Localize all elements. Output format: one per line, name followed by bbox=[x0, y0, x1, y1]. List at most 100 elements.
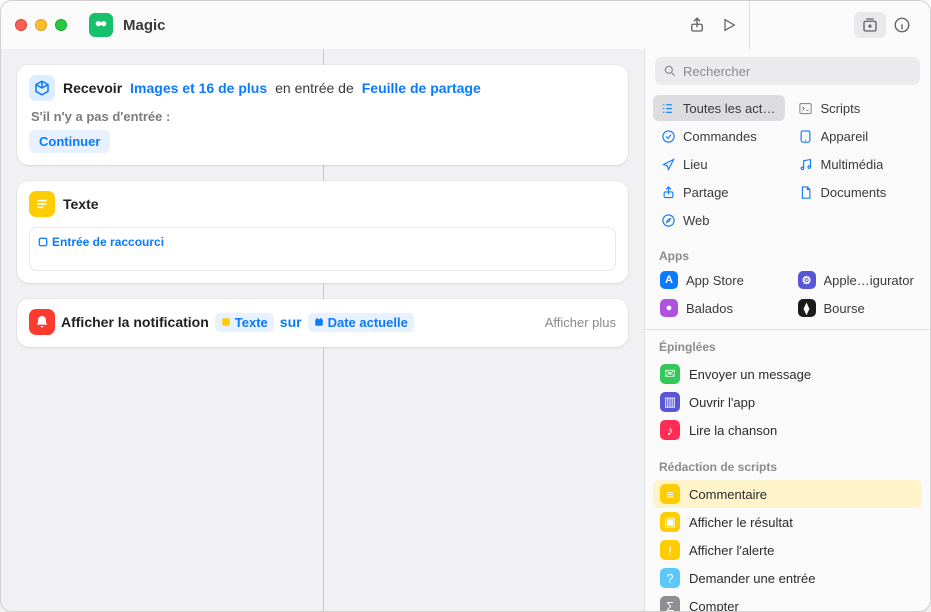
search-icon bbox=[663, 64, 677, 78]
app-label: Bourse bbox=[824, 301, 865, 316]
safari-icon bbox=[660, 213, 676, 228]
library-search[interactable]: Rechercher bbox=[655, 57, 920, 85]
receive-icon bbox=[29, 75, 55, 101]
action-label: Lire la chanson bbox=[689, 423, 777, 438]
action-compter[interactable]: Σ Compter bbox=[653, 592, 922, 611]
category-label: Scripts bbox=[821, 101, 861, 116]
action-label: Compter bbox=[689, 599, 739, 612]
category-appareil[interactable]: Appareil bbox=[791, 123, 923, 149]
receive-verb: Recevoir bbox=[63, 80, 122, 96]
action-afficher-l-alerte[interactable]: ! Afficher l'alerte bbox=[653, 536, 922, 564]
category-partage[interactable]: Partage bbox=[653, 179, 785, 205]
content-area: Recevoir Images et 16 de plus en entrée … bbox=[1, 49, 930, 611]
loc-icon bbox=[660, 157, 676, 172]
library-divider-1 bbox=[645, 329, 930, 330]
action-afficher-le-r-sultat[interactable]: ▣ Afficher le résultat bbox=[653, 508, 922, 536]
action-label: Afficher l'alerte bbox=[689, 543, 774, 558]
action-demander-une-entr-e[interactable]: ? Demander une entrée bbox=[653, 564, 922, 592]
category-scripts[interactable]: Scripts bbox=[791, 95, 923, 121]
action-ouvrir-l-app[interactable]: ▥Ouvrir l'app bbox=[653, 388, 922, 416]
library-scroll[interactable]: Toutes les acti… Scripts Commandes Appareil… bbox=[645, 93, 930, 611]
notification-date-token[interactable]: Date actuelle bbox=[308, 313, 414, 332]
action-icon: ? bbox=[660, 568, 680, 588]
share-button[interactable] bbox=[681, 11, 713, 39]
action-notification-card[interactable]: Afficher la notification Texte sur Date … bbox=[17, 299, 628, 347]
action-receive-card[interactable]: Recevoir Images et 16 de plus en entrée … bbox=[17, 65, 628, 165]
app-bourse[interactable]: ⧫ Bourse bbox=[791, 295, 923, 321]
apps-grid: AApp Store ⚙ Apple…igurator ● Balados ⧫ Bourse bbox=[645, 267, 930, 327]
receive-noinput-label: S'il n'y a pas d'entrée : bbox=[31, 109, 616, 124]
action-icon: ▣ bbox=[660, 512, 680, 532]
close-window-button[interactable] bbox=[15, 19, 27, 31]
search-placeholder: Rechercher bbox=[683, 64, 750, 79]
action-label: Demander une entrée bbox=[689, 571, 815, 586]
share-icon bbox=[660, 185, 676, 200]
notification-show-more[interactable]: Afficher plus bbox=[545, 315, 616, 330]
category-commandes[interactable]: Commandes bbox=[653, 123, 785, 149]
notification-title: Afficher la notification bbox=[61, 314, 209, 330]
category-web[interactable]: Web bbox=[653, 207, 785, 233]
receive-types-token[interactable]: Images et 16 de plus bbox=[130, 80, 267, 96]
action-lire-la-chanson[interactable]: ♪ Lire la chanson bbox=[653, 416, 922, 444]
action-label: Afficher le résultat bbox=[689, 515, 793, 530]
device-icon bbox=[798, 129, 814, 144]
category-toutes-les-acti-[interactable]: Toutes les acti… bbox=[653, 95, 785, 121]
shortcut-title: Magic bbox=[123, 17, 166, 34]
doc-icon bbox=[798, 185, 814, 200]
category-grid: Toutes les acti… Scripts Commandes Appareil… bbox=[645, 93, 930, 241]
pinned-header: Épinglées bbox=[645, 332, 930, 358]
text-title: Texte bbox=[63, 196, 99, 212]
app-label: App Store bbox=[686, 273, 744, 288]
workflow-canvas[interactable]: Recevoir Images et 16 de plus en entrée … bbox=[1, 49, 644, 611]
category-lieu[interactable]: Lieu bbox=[653, 151, 785, 177]
action-icon: Σ bbox=[660, 596, 680, 611]
app-balados[interactable]: ● Balados bbox=[653, 295, 785, 321]
action-text-card[interactable]: Texte Entrée de raccourci bbox=[17, 181, 628, 283]
app-app-store[interactable]: AApp Store bbox=[653, 267, 785, 293]
text-icon bbox=[29, 191, 55, 217]
library-toggle-button[interactable] bbox=[854, 12, 886, 38]
list-icon bbox=[660, 101, 676, 116]
action-icon: ♪ bbox=[660, 420, 680, 440]
text-variable-token[interactable]: Entrée de raccourci bbox=[38, 235, 164, 249]
category-label: Multimédia bbox=[821, 157, 884, 172]
category-documents[interactable]: Documents bbox=[791, 179, 923, 205]
receive-middle: en entrée de bbox=[275, 80, 354, 96]
category-label: Commandes bbox=[683, 129, 757, 144]
app-window: Magic bbox=[0, 0, 931, 612]
action-commentaire[interactable]: ≡Commentaire bbox=[653, 480, 922, 508]
zoom-window-button[interactable] bbox=[55, 19, 67, 31]
pinned-list: ✉Envoyer un message▥Ouvrir l'app ♪ Lire la… bbox=[645, 358, 930, 452]
shortcut-app-icon bbox=[89, 13, 113, 37]
text-variable-label: Entrée de raccourci bbox=[52, 235, 164, 249]
notification-date-token-label: Date actuelle bbox=[328, 315, 408, 330]
category-label: Documents bbox=[821, 185, 887, 200]
action-label: Ouvrir l'app bbox=[689, 395, 755, 410]
apps-header: Apps bbox=[645, 241, 930, 267]
category-label: Toutes les acti… bbox=[683, 101, 778, 116]
action-icon: ! bbox=[660, 540, 680, 560]
app-icon: ● bbox=[660, 299, 678, 317]
notification-text-token[interactable]: Texte bbox=[215, 313, 274, 332]
info-button[interactable] bbox=[886, 11, 918, 39]
action-icon: ≡ bbox=[660, 484, 680, 504]
terminal-icon bbox=[798, 101, 814, 116]
receive-source-token[interactable]: Feuille de partage bbox=[362, 80, 481, 96]
category-multim-dia[interactable]: Multimédia bbox=[791, 151, 923, 177]
app-icon: ⚙ bbox=[798, 271, 816, 289]
action-library-panel: Rechercher Toutes les acti… Scripts Comman… bbox=[644, 49, 930, 611]
notification-text-token-label: Texte bbox=[235, 315, 268, 330]
run-button[interactable] bbox=[713, 11, 745, 39]
scripting-list: ≡Commentaire ▣ Afficher le résultat! Affich… bbox=[645, 478, 930, 611]
minimize-window-button[interactable] bbox=[35, 19, 47, 31]
app-apple-igurator[interactable]: ⚙ Apple…igurator bbox=[791, 267, 923, 293]
titlebar: Magic bbox=[1, 1, 930, 49]
app-label: Apple…igurator bbox=[824, 273, 914, 288]
text-input-field[interactable]: Entrée de raccourci bbox=[29, 227, 616, 271]
music-icon bbox=[798, 157, 814, 172]
category-label: Appareil bbox=[821, 129, 869, 144]
app-icon: ⧫ bbox=[798, 299, 816, 317]
receive-continue-button[interactable]: Continuer bbox=[29, 130, 110, 153]
action-envoyer-un-message[interactable]: ✉Envoyer un message bbox=[653, 360, 922, 388]
app-label: Balados bbox=[686, 301, 733, 316]
